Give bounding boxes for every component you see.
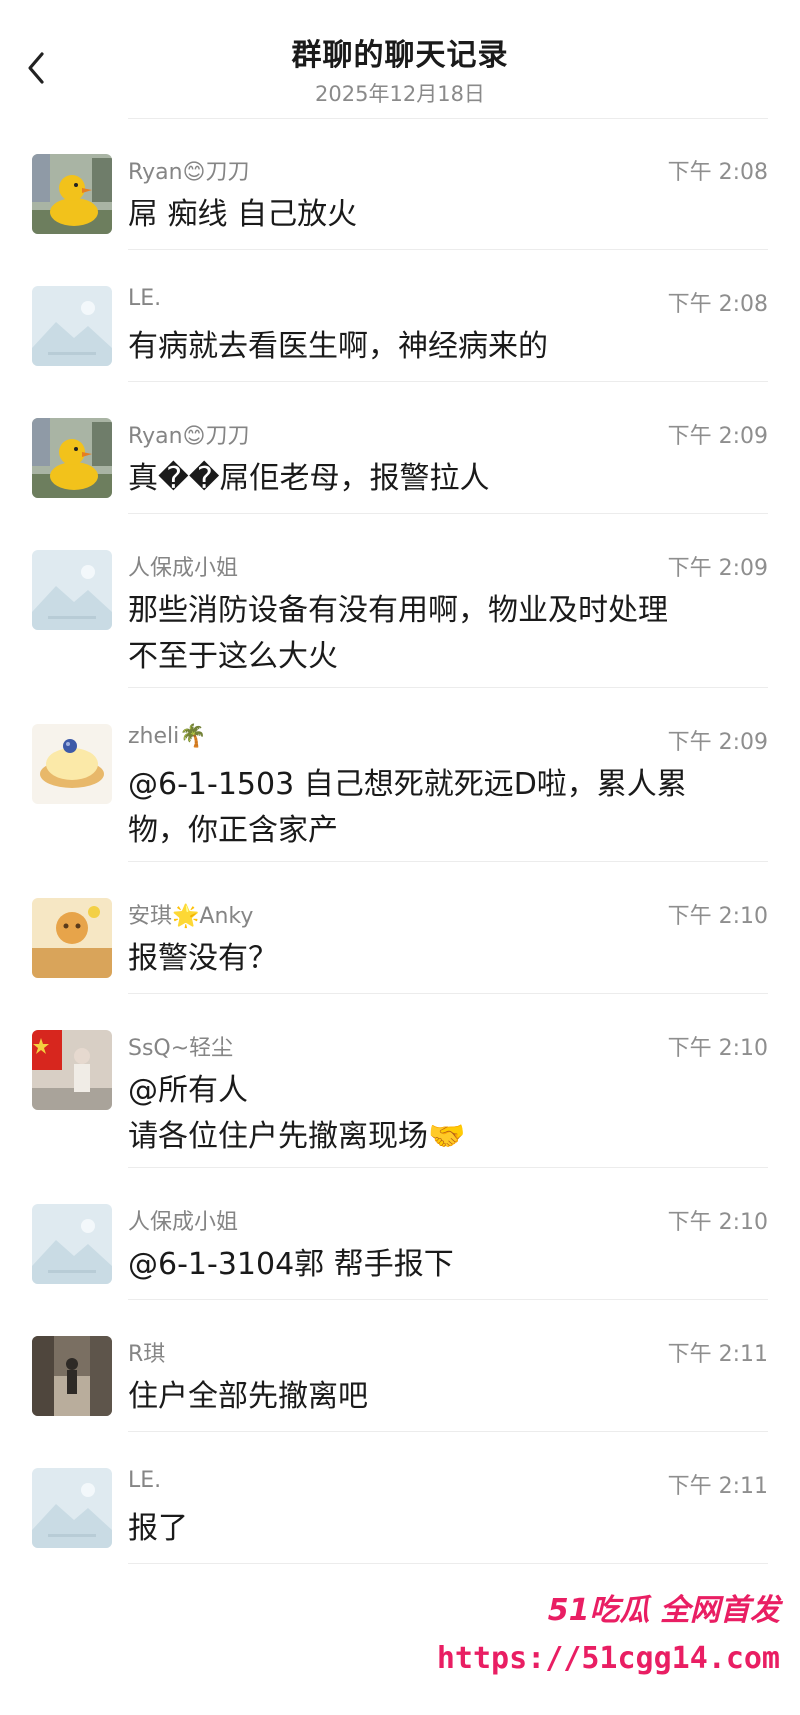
message-time: 下午 2:08: [667, 292, 768, 317]
watermark-brand: 51吃瓜 全网首发: [547, 1593, 780, 1628]
default-placeholder-avatar[interactable]: [32, 286, 112, 366]
chat-message: Ryan😊刀刀 下午 2:08 屌 痴线 自己放火: [0, 118, 800, 250]
message-time: 下午 2:10: [667, 1036, 768, 1061]
message-text: 报了: [128, 1511, 188, 1546]
yellow-duck-avatar[interactable]: [32, 154, 112, 234]
message-text: @6-1-3104郭 帮手报下: [128, 1247, 454, 1282]
street-person-avatar[interactable]: [32, 1336, 112, 1416]
message-text: 真��屌佢老母，报警拉人: [128, 461, 490, 496]
sender-name: 安琪🌟Anky: [128, 904, 254, 929]
message-text: 那些消防设备有没有用啊，物业及时处理 不至于这么大火: [128, 593, 668, 674]
page-title: 群聊的聊天记录: [291, 38, 509, 73]
chat-message: LE. 下午 2:08 有病就去看医生啊，神经病来的: [0, 250, 800, 382]
message-text: 报警没有？: [128, 941, 278, 976]
cartoon-avatar[interactable]: [32, 898, 112, 978]
flag-person-avatar[interactable]: [32, 1030, 112, 1110]
chat-message: zheli🌴 下午 2:09 @6-1-1503 自己想死就死远D啦，累人累 物…: [0, 688, 800, 862]
message-time: 下午 2:10: [667, 904, 768, 929]
watermark: 51吃瓜 全网首发 https://51cgg14.com: [437, 1585, 792, 1695]
watermark-url: https://51cgg14.com: [436, 1641, 780, 1676]
sender-name: zheli🌴: [128, 724, 207, 749]
sender-name: LE.: [128, 1468, 162, 1493]
chat-message: Ryan😊刀刀 下午 2:09 真��屌佢老母，报警拉人: [0, 382, 800, 514]
chat-date: 2025年12月18日: [315, 82, 485, 106]
sender-name: 人保成小姐: [128, 1210, 239, 1235]
message-time: 下午 2:11: [667, 1474, 768, 1499]
default-placeholder-avatar[interactable]: [32, 1468, 112, 1548]
sender-name: Ryan😊刀刀: [128, 160, 250, 185]
chat-message: 安琪🌟Anky 下午 2:10 报警没有？: [0, 862, 800, 994]
chat-message: SsQ~轻尘 下午 2:10 @所有人 请各位住户先撤离现场🤝: [0, 994, 800, 1168]
message-time: 下午 2:10: [667, 1210, 768, 1235]
chat-message: R琪 下午 2:11 住户全部先撤离吧: [0, 1300, 800, 1432]
cake-avatar[interactable]: [32, 724, 112, 804]
chat-message: 人保成小姐 下午 2:09 那些消防设备有没有用啊，物业及时处理 不至于这么大火: [0, 514, 800, 688]
default-placeholder-avatar[interactable]: [32, 550, 112, 630]
sender-name: 人保成小姐: [128, 556, 239, 581]
message-time: 下午 2:09: [667, 556, 768, 581]
message-text: @6-1-1503 自己想死就死远D啦，累人累 物，你正含家产: [128, 767, 687, 848]
sender-name: Ryan😊刀刀: [128, 424, 250, 449]
message-text: 屌 痴线 自己放火: [128, 197, 358, 232]
default-placeholder-avatar[interactable]: [32, 1204, 112, 1284]
chat-message: LE. 下午 2:11 报了: [0, 1432, 800, 1564]
divider: [128, 1563, 768, 1564]
sender-name: SsQ~轻尘: [128, 1036, 234, 1061]
sender-name: LE.: [128, 286, 162, 311]
message-time: 下午 2:11: [667, 1342, 768, 1367]
message-time: 下午 2:08: [667, 160, 768, 185]
chat-message: 人保成小姐 下午 2:10 @6-1-3104郭 帮手报下: [0, 1168, 800, 1300]
sender-name: R琪: [128, 1342, 166, 1367]
message-time: 下午 2:09: [667, 730, 768, 755]
header: 群聊的聊天记录 2025年12月18日: [0, 0, 800, 119]
message-text: 住户全部先撤离吧: [128, 1379, 368, 1414]
message-text: 有病就去看医生啊，神经病来的: [128, 329, 548, 364]
message-text: @所有人 请各位住户先撤离现场🤝: [128, 1073, 466, 1154]
message-time: 下午 2:09: [667, 424, 768, 449]
chat-history-page: 群聊的聊天记录 2025年12月18日 Ryan😊刀刀 下午 2:08 屌 痴线…: [0, 0, 800, 1715]
yellow-duck-avatar[interactable]: [32, 418, 112, 498]
